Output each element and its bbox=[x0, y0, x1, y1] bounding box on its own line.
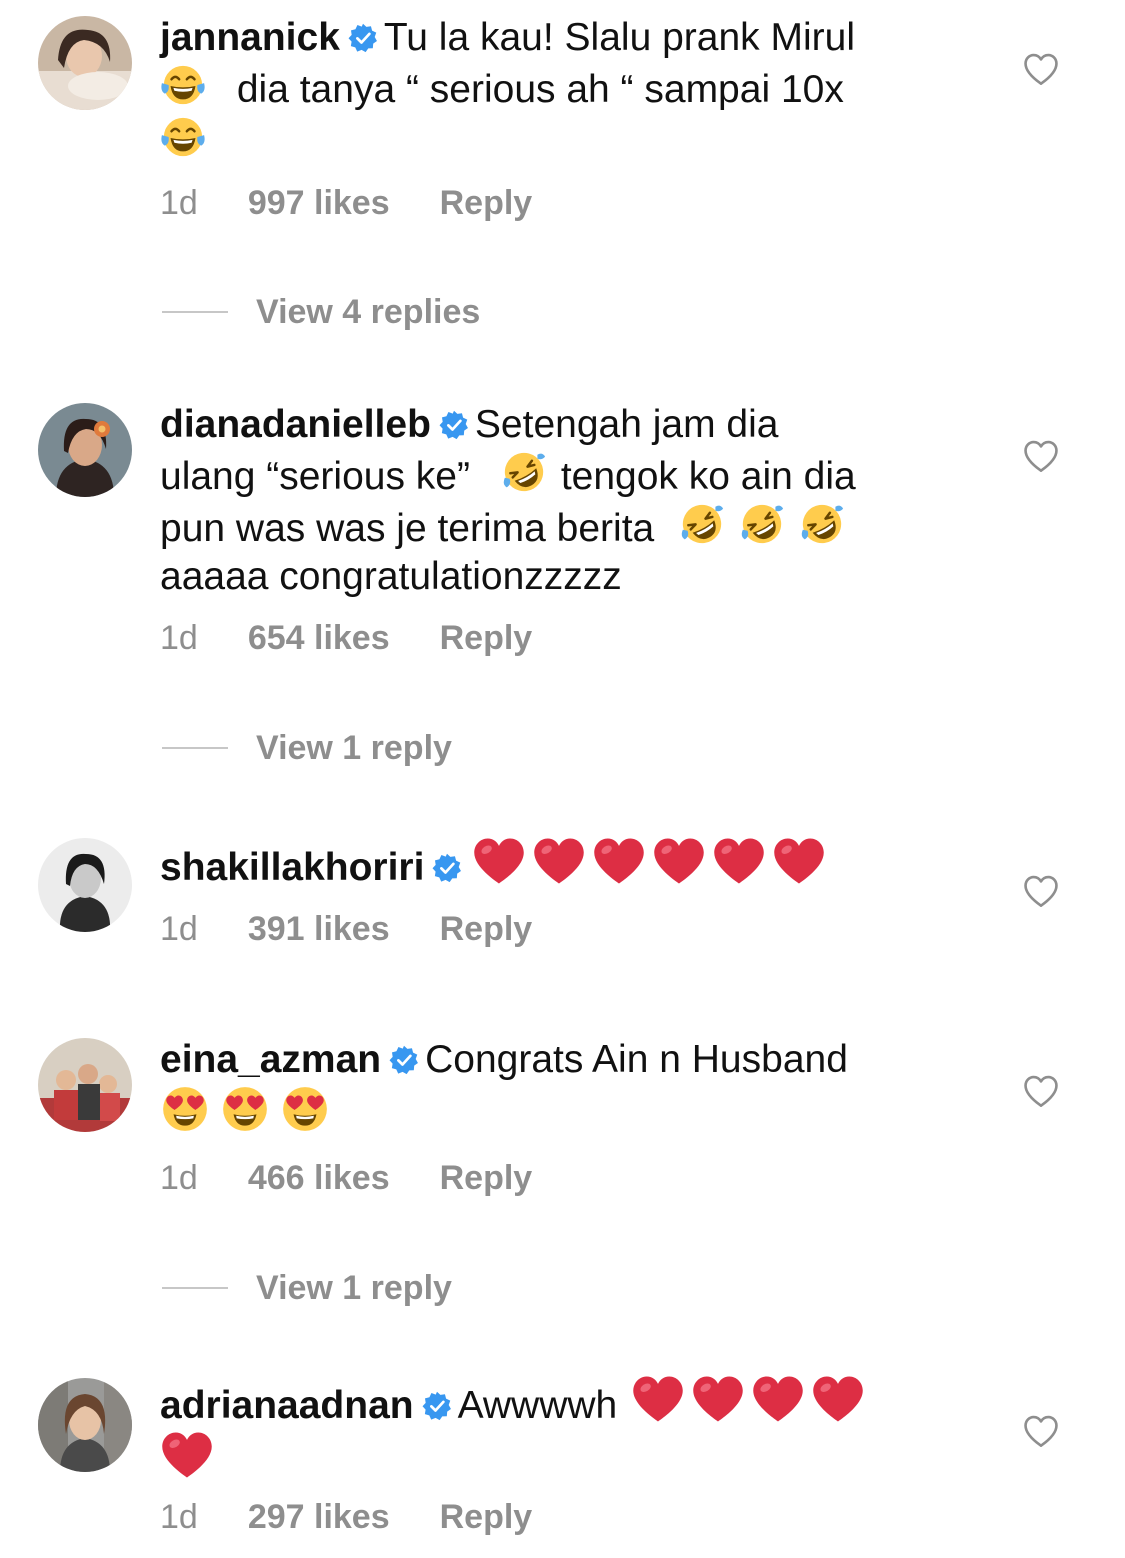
comment-likes[interactable]: 997 likes bbox=[248, 184, 390, 222]
tears-of-joy-emoji-icon bbox=[160, 62, 206, 108]
view-replies-button[interactable]: View 4 replies bbox=[162, 292, 480, 332]
reply-button[interactable]: Reply bbox=[440, 910, 533, 948]
heart-outline-icon[interactable] bbox=[1022, 874, 1060, 908]
comment-meta: 1d 297 likes Reply bbox=[160, 1498, 532, 1537]
verified-badge-icon bbox=[389, 1045, 419, 1075]
red-heart-emoji-icon bbox=[472, 836, 526, 886]
comment-body: dianadanielleb Setengah jam dia ulang “se… bbox=[160, 401, 970, 601]
heart-outline-icon[interactable] bbox=[1022, 1414, 1060, 1448]
view-replies-button[interactable]: View 1 reply bbox=[162, 1268, 452, 1308]
view-replies-label: View 1 reply bbox=[256, 728, 452, 767]
red-heart-emoji-icon bbox=[592, 836, 646, 886]
reply-button[interactable]: Reply bbox=[440, 619, 533, 657]
comment-username[interactable]: eina_azman bbox=[160, 1038, 381, 1081]
comment-time: 1d bbox=[160, 1159, 198, 1197]
divider bbox=[162, 747, 228, 749]
verified-badge-icon bbox=[439, 410, 469, 440]
comment-username[interactable]: shakillakhoriri bbox=[160, 846, 424, 889]
comment-text: Tu la kau! Slalu prank Mirul bbox=[383, 16, 855, 59]
rofl-emoji-icon bbox=[501, 449, 547, 495]
comment-text: Congrats Ain n Husband bbox=[425, 1038, 848, 1081]
avatar[interactable] bbox=[38, 1038, 132, 1132]
comment-time: 1d bbox=[160, 1498, 198, 1536]
view-replies-label: View 4 replies bbox=[256, 292, 481, 331]
comment-text: pun was was je terima berita bbox=[160, 507, 655, 550]
red-heart-emoji-icon bbox=[631, 1374, 685, 1424]
comment-username[interactable]: adrianaadnan bbox=[160, 1384, 414, 1427]
rofl-emoji-icon bbox=[739, 501, 785, 547]
comment-text: tengok ko ain dia bbox=[560, 455, 856, 498]
heart-eyes-emoji-icon bbox=[280, 1084, 330, 1134]
reply-button[interactable]: Reply bbox=[440, 1498, 533, 1536]
red-heart-emoji-icon bbox=[751, 1374, 805, 1424]
comment-body: adrianaadnan Awwwwh bbox=[160, 1374, 970, 1486]
comment-text: aaaaa congratulationzzzzz bbox=[160, 555, 622, 598]
reply-button[interactable]: Reply bbox=[440, 184, 533, 222]
comment-text: Awwwwh bbox=[457, 1384, 618, 1427]
view-replies-label: View 1 reply bbox=[256, 1268, 452, 1307]
divider bbox=[162, 311, 228, 313]
comment-time: 1d bbox=[160, 184, 198, 222]
view-replies-button[interactable]: View 1 reply bbox=[162, 728, 452, 768]
comment-likes[interactable]: 297 likes bbox=[248, 1498, 390, 1536]
heart-outline-icon[interactable] bbox=[1022, 439, 1060, 473]
comment-body: jannanick Tu la kau! Slalu prank Mirul di… bbox=[160, 14, 970, 166]
verified-badge-icon bbox=[422, 1391, 452, 1421]
comment-meta: 1d 391 likes Reply bbox=[160, 910, 532, 949]
comment-time: 1d bbox=[160, 619, 198, 657]
comment-body: eina_azman Congrats Ain n Husband bbox=[160, 1036, 970, 1140]
tears-of-joy-emoji-icon bbox=[160, 114, 206, 160]
comment-meta: 1d 654 likes Reply bbox=[160, 619, 532, 658]
comment-username[interactable]: dianadanielleb bbox=[160, 403, 431, 446]
verified-badge-icon bbox=[348, 23, 378, 53]
comment-text: ulang “serious ke” bbox=[160, 455, 470, 498]
avatar[interactable] bbox=[38, 1378, 132, 1472]
verified-badge-icon bbox=[432, 853, 462, 883]
comment-meta: 1d 466 likes Reply bbox=[160, 1159, 532, 1198]
red-heart-emoji-icon bbox=[691, 1374, 745, 1424]
comment-meta: 1d 997 likes Reply bbox=[160, 184, 532, 223]
comment-text: Setengah jam dia bbox=[474, 403, 779, 446]
heart-eyes-emoji-icon bbox=[160, 1084, 210, 1134]
red-heart-emoji-icon bbox=[772, 836, 826, 886]
red-heart-emoji-icon bbox=[652, 836, 706, 886]
avatar[interactable] bbox=[38, 403, 132, 497]
heart-eyes-emoji-icon bbox=[220, 1084, 270, 1134]
rofl-emoji-icon bbox=[799, 501, 845, 547]
comment-body: shakillakhoriri bbox=[160, 836, 970, 892]
comment-likes[interactable]: 466 likes bbox=[248, 1159, 390, 1197]
comment-likes[interactable]: 654 likes bbox=[248, 619, 390, 657]
comment-username[interactable]: jannanick bbox=[160, 16, 340, 59]
heart-outline-icon[interactable] bbox=[1022, 1074, 1060, 1108]
rofl-emoji-icon bbox=[679, 501, 725, 547]
red-heart-emoji-icon bbox=[532, 836, 586, 886]
reply-button[interactable]: Reply bbox=[440, 1159, 533, 1197]
divider bbox=[162, 1287, 228, 1289]
comment-text: dia tanya “ serious ah “ sampai 10x bbox=[236, 68, 844, 111]
comment-likes[interactable]: 391 likes bbox=[248, 910, 390, 948]
avatar[interactable] bbox=[38, 838, 132, 932]
red-heart-emoji-icon bbox=[160, 1430, 214, 1480]
comment-time: 1d bbox=[160, 910, 198, 948]
avatar[interactable] bbox=[38, 16, 132, 110]
red-heart-emoji-icon bbox=[811, 1374, 865, 1424]
red-heart-emoji-icon bbox=[712, 836, 766, 886]
heart-outline-icon[interactable] bbox=[1022, 52, 1060, 86]
